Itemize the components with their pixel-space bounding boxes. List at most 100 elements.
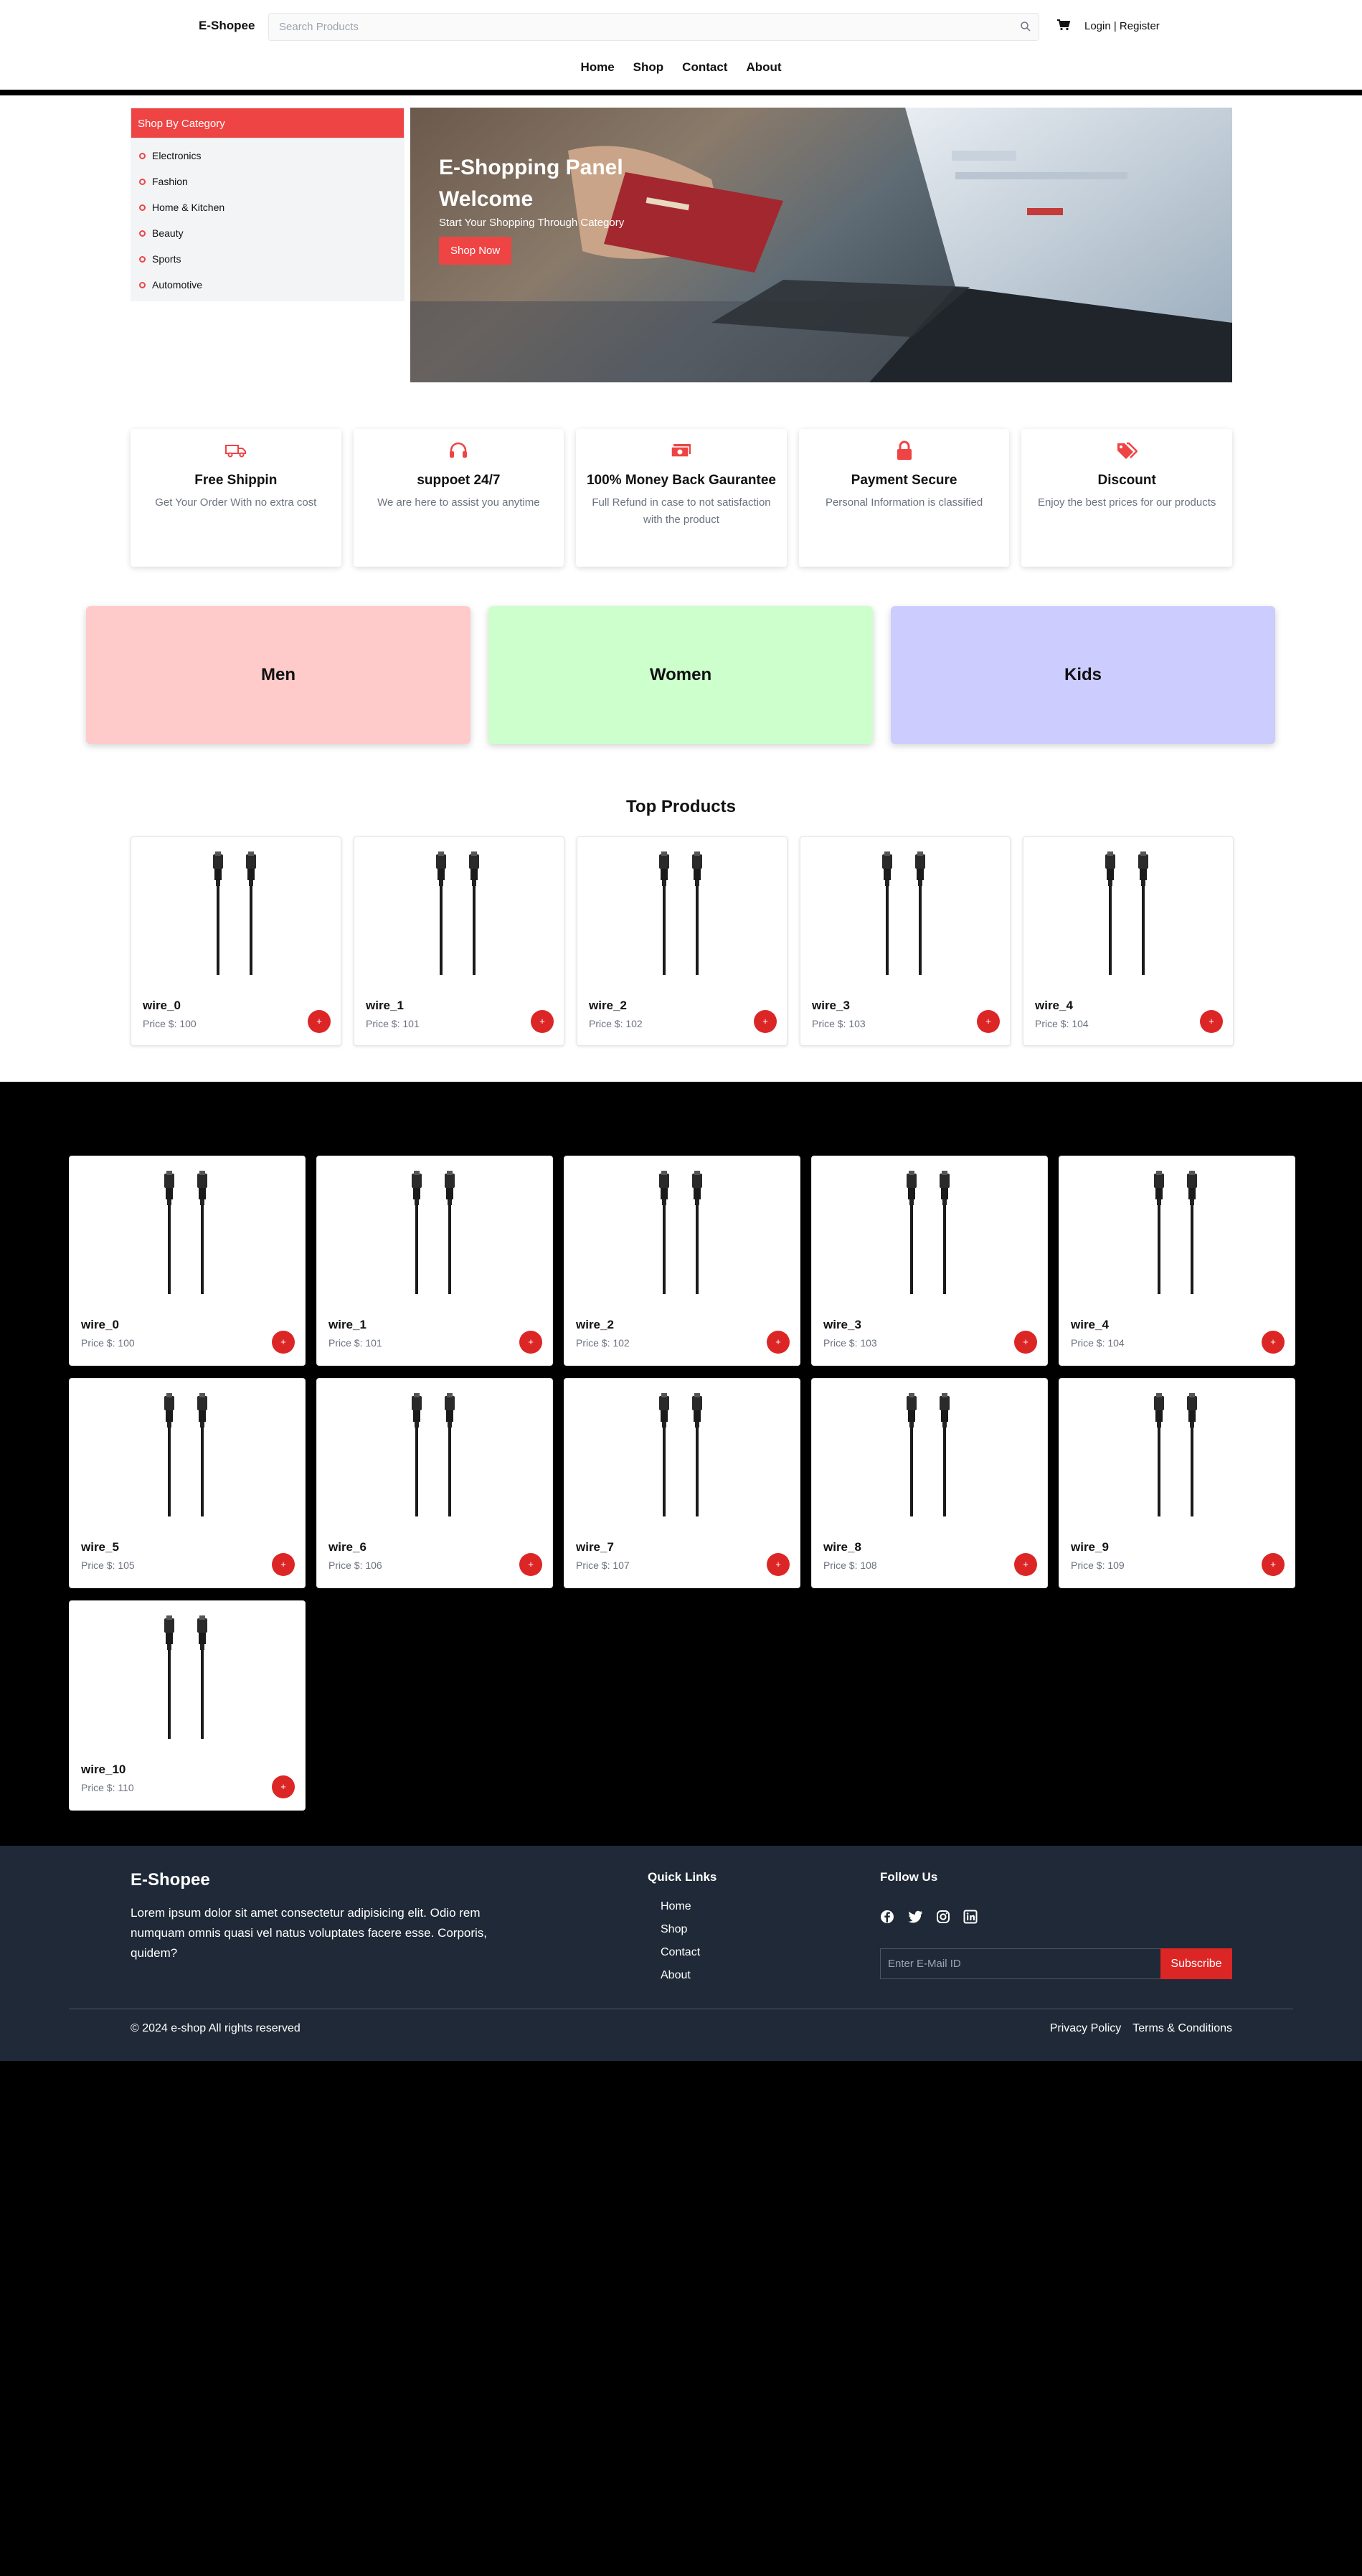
cable-image: [159, 1171, 216, 1298]
product-price: Price $: 109: [1071, 1560, 1125, 1571]
circle-icon: [139, 281, 146, 288]
login-register-link[interactable]: Login | Register: [1084, 20, 1160, 32]
category-item-automotive[interactable]: Automotive: [131, 272, 405, 298]
add-to-cart-button[interactable]: +: [1200, 1010, 1223, 1033]
legal-links: Privacy Policy Terms & Conditions: [1050, 2022, 1232, 2035]
cart-icon[interactable]: [1057, 19, 1071, 34]
add-to-cart-button[interactable]: +: [272, 1331, 295, 1354]
add-to-cart-button[interactable]: +: [308, 1010, 331, 1033]
add-to-cart-button[interactable]: +: [754, 1010, 777, 1033]
category-label: Automotive: [152, 279, 203, 291]
category-card-women[interactable]: Women: [488, 606, 873, 744]
feature-list: Free Shippin Get Your Order With no extr…: [131, 429, 1232, 567]
cable-image: [430, 851, 488, 978]
header-divider: [0, 90, 1362, 95]
nav-contact[interactable]: Contact: [682, 60, 727, 75]
feature-title: Free Shippin: [194, 473, 278, 488]
footer-link-shop[interactable]: Shop: [661, 1923, 700, 1946]
twitter-icon[interactable]: [907, 1910, 923, 1928]
facebook-icon[interactable]: [880, 1910, 894, 1928]
headphones-icon: [354, 436, 564, 465]
add-to-cart-button[interactable]: +: [272, 1553, 295, 1576]
category-card-kids[interactable]: Kids: [891, 606, 1275, 744]
product-card[interactable]: wire_4 Price $: 104 +: [1059, 1156, 1295, 1366]
product-card[interactable]: wire_0 Price $: 100 +: [69, 1156, 306, 1366]
social-links: [880, 1910, 978, 1928]
add-to-cart-button[interactable]: +: [977, 1010, 1000, 1033]
product-name: wire_0: [143, 999, 181, 1012]
cable-image: [159, 1615, 216, 1742]
nav-about[interactable]: About: [746, 60, 781, 75]
add-to-cart-button[interactable]: +: [519, 1331, 542, 1354]
product-price: Price $: 102: [576, 1337, 630, 1349]
product-name: wire_3: [812, 999, 850, 1012]
category-item-beauty[interactable]: Beauty: [131, 220, 405, 246]
tags-icon: [1021, 436, 1232, 465]
product-card[interactable]: wire_5 Price $: 105 +: [69, 1378, 306, 1588]
product-name: wire_5: [81, 1540, 119, 1554]
subscribe-button[interactable]: Subscribe: [1160, 1948, 1232, 1979]
product-card[interactable]: wire_6 Price $: 106 +: [316, 1378, 553, 1588]
feature-discount: Discount Enjoy the best prices for our p…: [1021, 429, 1232, 567]
category-heading: Shop By Category: [131, 108, 405, 138]
product-name: wire_1: [366, 999, 404, 1012]
product-card[interactable]: wire_3 Price $: 103 +: [800, 836, 1011, 1046]
product-price: Price $: 106: [328, 1560, 382, 1571]
feature-support: suppoet 24/7 We are here to assist you a…: [353, 429, 564, 567]
footer-link-contact[interactable]: Contact: [661, 1946, 700, 1969]
add-to-cart-button[interactable]: +: [531, 1010, 554, 1033]
hero-subtitle: Start Your Shopping Through Category: [439, 217, 625, 229]
product-price: Price $: 104: [1035, 1018, 1089, 1029]
category-item-sports[interactable]: Sports: [131, 246, 405, 272]
add-to-cart-button[interactable]: +: [1262, 1331, 1285, 1354]
product-card[interactable]: wire_1 Price $: 101 +: [316, 1156, 553, 1366]
search-input[interactable]: [269, 14, 1039, 40]
linkedin-icon[interactable]: [963, 1910, 978, 1928]
product-card[interactable]: wire_8 Price $: 108 +: [811, 1378, 1048, 1588]
feature-payment-secure: Payment Secure Personal Information is c…: [798, 429, 1010, 567]
privacy-policy-link[interactable]: Privacy Policy: [1050, 2022, 1122, 2035]
add-to-cart-button[interactable]: +: [767, 1331, 790, 1354]
product-price: Price $: 101: [328, 1337, 382, 1349]
product-card[interactable]: wire_7 Price $: 107 +: [564, 1378, 800, 1588]
instagram-icon[interactable]: [936, 1910, 950, 1928]
category-item-fashion[interactable]: Fashion: [131, 169, 405, 194]
add-to-cart-button[interactable]: +: [272, 1775, 295, 1798]
circle-icon: [139, 255, 146, 263]
brand-logo[interactable]: E-Shopee: [199, 19, 255, 33]
add-to-cart-button[interactable]: +: [1014, 1331, 1037, 1354]
hero-title: E-Shopping Panel Welcome: [439, 156, 623, 211]
add-to-cart-button[interactable]: +: [767, 1553, 790, 1576]
product-card[interactable]: wire_3 Price $: 103 +: [811, 1156, 1048, 1366]
add-to-cart-button[interactable]: +: [1014, 1553, 1037, 1576]
site-header: E-Shopee Login | Register Home Shop Cont…: [0, 0, 1362, 90]
product-card[interactable]: wire_0 Price $: 100 +: [131, 836, 341, 1046]
nav-home[interactable]: Home: [580, 60, 614, 75]
cable-image: [653, 851, 711, 978]
search-icon[interactable]: [1020, 21, 1031, 36]
product-card[interactable]: wire_1 Price $: 101 +: [354, 836, 564, 1046]
product-card[interactable]: wire_2 Price $: 102 +: [564, 1156, 800, 1366]
footer-link-about[interactable]: About: [661, 1969, 700, 1992]
terms-conditions-link[interactable]: Terms & Conditions: [1132, 2022, 1232, 2035]
nav-shop[interactable]: Shop: [633, 60, 664, 75]
add-to-cart-button[interactable]: +: [1262, 1553, 1285, 1576]
footer-link-home[interactable]: Home: [661, 1900, 700, 1923]
category-item-home-kitchen[interactable]: Home & Kitchen: [131, 194, 405, 220]
email-input[interactable]: [880, 1948, 1160, 1979]
category-card-men[interactable]: Men: [86, 606, 470, 744]
product-card[interactable]: wire_4 Price $: 104 +: [1023, 836, 1234, 1046]
product-name: wire_0: [81, 1318, 119, 1331]
category-item-electronics[interactable]: Electronics: [131, 143, 405, 169]
product-card[interactable]: wire_10 Price $: 110 +: [69, 1600, 306, 1811]
cable-image: [653, 1171, 711, 1298]
shop-now-button[interactable]: Shop Now: [439, 237, 512, 265]
product-name: wire_8: [823, 1540, 861, 1554]
add-to-cart-button[interactable]: +: [519, 1553, 542, 1576]
product-card[interactable]: wire_2 Price $: 102 +: [577, 836, 788, 1046]
money-icon: [576, 436, 787, 465]
circle-icon: [139, 178, 146, 185]
product-card[interactable]: wire_9 Price $: 109 +: [1059, 1378, 1295, 1588]
cable-image: [876, 851, 934, 978]
feature-desc: Enjoy the best prices for our products: [1037, 496, 1216, 509]
